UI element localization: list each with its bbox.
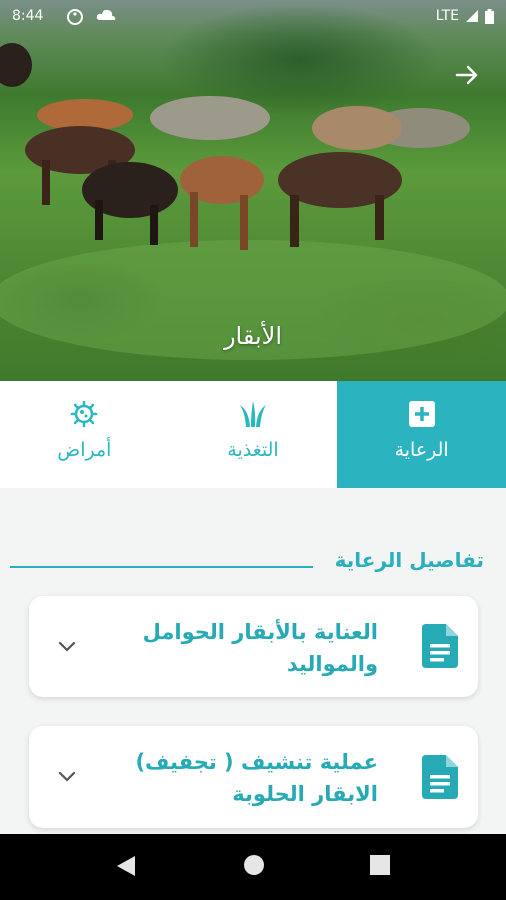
care-card[interactable]: العناية بالأبقار الحوامل والمواليد — [29, 596, 478, 697]
nav-recents-icon[interactable] — [369, 854, 391, 876]
tab-label: التغذية — [227, 439, 279, 461]
battery-icon — [485, 8, 494, 24]
document-icon — [422, 624, 458, 668]
signal-icon — [466, 10, 478, 22]
status-bar: 8:44 LTE — [0, 0, 506, 34]
back-arrow-icon[interactable] — [452, 60, 482, 90]
network-label: LTE — [435, 8, 459, 24]
section-divider — [10, 566, 313, 568]
virus-icon — [71, 400, 98, 428]
chevron-down-icon[interactable] — [57, 770, 77, 784]
card-title: عملية تنشيف ( تجفيف) الابقار الحلوبة — [135, 750, 378, 806]
tab-label: أمراض — [57, 439, 112, 461]
system-nav-bar — [0, 834, 506, 900]
care-card[interactable]: عملية تنشيف ( تجفيف) الابقار الحلوبة — [29, 726, 478, 828]
card-title: العناية بالأبقار الحوامل والمواليد — [142, 620, 378, 676]
tab-diseases[interactable]: أمراض — [0, 381, 169, 488]
status-time: 8:44 — [12, 8, 44, 24]
tab-nutrition[interactable]: التغذية — [169, 381, 338, 488]
cloud-icon — [96, 8, 116, 26]
nav-back-icon[interactable] — [115, 854, 137, 878]
medical-plus-icon — [408, 401, 435, 427]
chevron-down-icon[interactable] — [57, 640, 77, 654]
grass-icon — [239, 401, 266, 427]
page-title: الأبقار — [223, 322, 283, 350]
tab-bar: أمراض التغذية الرعاية — [0, 381, 506, 488]
tab-label: الرعاية — [394, 439, 449, 461]
tab-care[interactable]: الرعاية — [337, 381, 506, 488]
section-title: تفاصيل الرعاية — [334, 548, 484, 572]
accessibility-icon — [66, 8, 84, 30]
document-icon — [422, 755, 458, 799]
nav-home-icon[interactable] — [243, 854, 265, 876]
hero-banner: 8:44 LTE الأبقار — [0, 0, 506, 381]
